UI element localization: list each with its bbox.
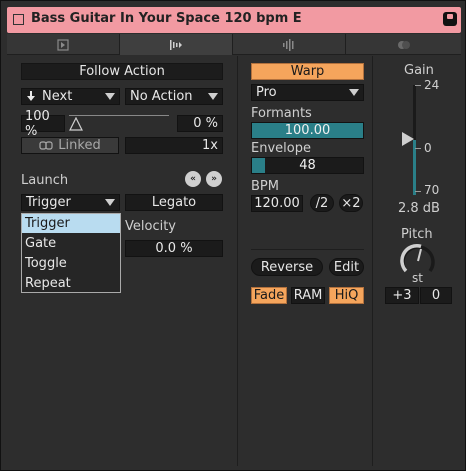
- follow-action-a-dropdown[interactable]: Next: [21, 88, 120, 105]
- panel-divider: [237, 56, 238, 466]
- follow-action-b-dropdown[interactable]: No Action: [125, 88, 223, 105]
- clip-color-icon[interactable]: [13, 14, 24, 25]
- panel-divider: [372, 56, 373, 466]
- warp-mode-value: Pro: [256, 85, 277, 100]
- hiq-button[interactable]: HiQ: [329, 287, 364, 304]
- ram-button[interactable]: RAM: [291, 287, 325, 304]
- half-tempo-button[interactable]: /2: [310, 194, 334, 212]
- tick-mark: [415, 148, 421, 149]
- follow-action-multiplier[interactable]: 1x: [125, 137, 223, 154]
- legato-button[interactable]: Legato: [125, 194, 223, 211]
- menu-item-repeat[interactable]: Repeat: [22, 274, 120, 293]
- chance-b-field[interactable]: 0 %: [177, 115, 223, 132]
- divider: [251, 249, 364, 250]
- sample-tab[interactable]: [120, 34, 233, 55]
- clip-square-icon: [57, 38, 69, 51]
- formants-slider[interactable]: 100.00: [251, 122, 364, 139]
- gain-min-label: 70: [424, 183, 440, 197]
- tick-mark: [415, 191, 421, 192]
- nudge-back-icon[interactable]: «: [185, 171, 201, 187]
- envelope-slider[interactable]: 48: [251, 157, 364, 174]
- envelope-label: Envelope: [251, 141, 311, 156]
- tick-mark: [415, 85, 421, 86]
- menu-item-trigger[interactable]: Trigger: [22, 214, 120, 233]
- gain-fader-thumb-icon[interactable]: [401, 131, 415, 147]
- clip-title-bar[interactable]: Bass Guitar In Your Space 120 bpm E: [7, 7, 461, 33]
- velocity-label: Velocity: [125, 219, 176, 234]
- formants-value: 100.00: [284, 123, 331, 138]
- pitch-semitones-field[interactable]: +3: [385, 287, 419, 304]
- save-icon[interactable]: [443, 12, 457, 26]
- launch-mode-value: Trigger: [26, 195, 71, 210]
- gain-value: 2.8 dB: [398, 201, 440, 216]
- follow-action-a-value: Next: [42, 89, 73, 104]
- menu-item-toggle[interactable]: Toggle: [22, 254, 120, 273]
- envelope-value: 48: [299, 158, 316, 173]
- clip-view-window: Bass Guitar In Your Space 120 bpm E Foll…: [0, 0, 466, 471]
- envelope-tab[interactable]: [346, 34, 461, 55]
- edit-button[interactable]: Edit: [329, 258, 364, 276]
- warp-button[interactable]: Warp: [251, 63, 364, 80]
- launch-mode-dropdown[interactable]: Trigger: [21, 194, 120, 211]
- pitch-label: Pitch: [401, 227, 433, 242]
- envelope-icon: [397, 40, 410, 49]
- reverse-button[interactable]: Reverse: [251, 258, 323, 276]
- clip-tabs: [7, 34, 461, 55]
- fade-button[interactable]: Fade: [251, 287, 287, 304]
- launch-label: Launch: [21, 173, 69, 188]
- launch-mode-menu: Trigger Gate Toggle Repeat: [21, 213, 121, 293]
- linked-button[interactable]: Linked: [21, 137, 119, 154]
- formants-label: Formants: [251, 106, 312, 121]
- chevron-down-icon: [105, 199, 115, 206]
- chevron-down-icon: [349, 89, 359, 96]
- follow-action-b-value: No Action: [130, 89, 193, 104]
- velocity-field[interactable]: 0.0 %: [125, 240, 223, 257]
- bpm-label: BPM: [251, 179, 279, 194]
- menu-item-gate[interactable]: Gate: [22, 234, 120, 253]
- gain-fader[interactable]: [402, 85, 422, 195]
- pitch-cents-field[interactable]: 0: [420, 287, 452, 304]
- clip-tab[interactable]: [7, 34, 120, 55]
- link-icon: [39, 141, 53, 150]
- linked-label: Linked: [58, 138, 101, 153]
- warp-mode-dropdown[interactable]: Pro: [251, 84, 364, 101]
- pitch-unit-label: st: [412, 271, 423, 285]
- sample-waveform-icon: [170, 39, 182, 50]
- chevron-down-icon: [105, 93, 115, 100]
- follow-action-header: Follow Action: [21, 63, 223, 80]
- chance-a-field[interactable]: 100 %: [21, 109, 65, 139]
- double-tempo-button[interactable]: ×2: [339, 194, 363, 212]
- audio-waveform-icon: [283, 38, 294, 51]
- audio-tab[interactable]: [233, 34, 346, 55]
- clip-title: Bass Guitar In Your Space 120 bpm E: [31, 11, 302, 26]
- bpm-field[interactable]: 120.00: [251, 195, 303, 212]
- gain-label: Gain: [404, 63, 434, 78]
- arrow-down-icon: [27, 91, 35, 101]
- chance-slider[interactable]: [69, 115, 169, 132]
- nudge-forward-icon[interactable]: »: [206, 171, 222, 187]
- gain-zero-label: 0: [424, 141, 432, 155]
- slider-thumb-icon[interactable]: [69, 117, 83, 131]
- gain-max-label: 24: [424, 78, 440, 92]
- chevron-down-icon: [208, 93, 218, 100]
